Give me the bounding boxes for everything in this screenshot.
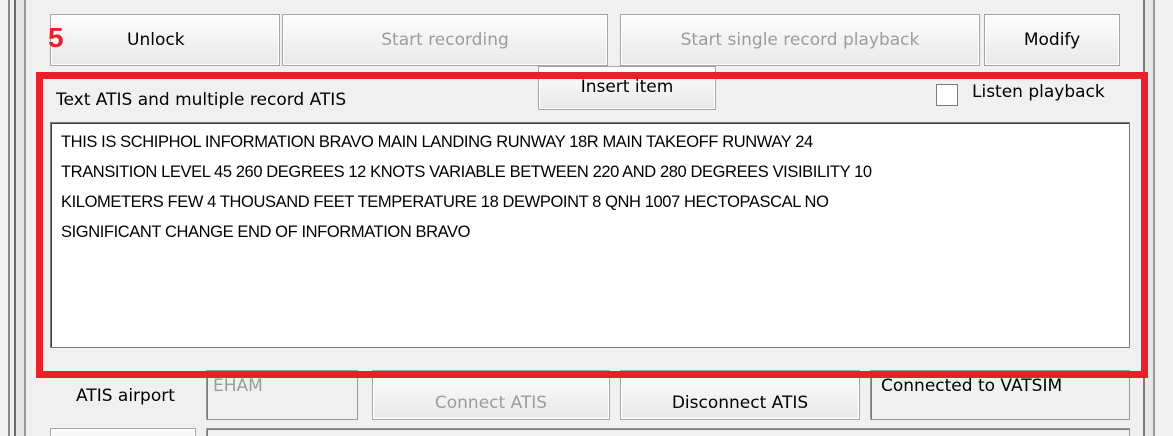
disconnect-atis-button[interactable]: Disconnect ATIS bbox=[620, 370, 860, 420]
unlock-label: Unlock bbox=[127, 30, 185, 50]
atis-airport-label: ATIS airport bbox=[76, 386, 175, 406]
unlock-button[interactable]: Unlock bbox=[50, 14, 280, 66]
lower-button[interactable] bbox=[50, 428, 196, 436]
start-playback-label: Start single record playback bbox=[680, 30, 920, 50]
insert-item-button[interactable]: Insert item bbox=[538, 66, 716, 110]
step-number: 5 bbox=[48, 22, 64, 53]
modify-button[interactable]: Modify bbox=[984, 14, 1120, 66]
insert-item-label: Insert item bbox=[580, 77, 674, 97]
modify-label: Modify bbox=[1023, 30, 1081, 50]
connect-atis-label: Connect ATIS bbox=[434, 393, 548, 413]
connect-atis-button[interactable]: Connect ATIS bbox=[372, 370, 610, 420]
start-recording-button[interactable]: Start recording bbox=[282, 14, 608, 66]
lower-field[interactable] bbox=[206, 428, 1130, 436]
disconnect-atis-label: Disconnect ATIS bbox=[671, 393, 809, 413]
start-playback-button[interactable]: Start single record playback bbox=[620, 14, 980, 66]
connection-status: Connected to VATSIM bbox=[870, 370, 1130, 420]
atis-section-label: Text ATIS and multiple record ATIS bbox=[56, 90, 347, 110]
listen-playback-checkbox[interactable] bbox=[936, 84, 958, 106]
listen-playback-label[interactable]: Listen playback bbox=[972, 82, 1105, 102]
window-border-left bbox=[0, 0, 32, 436]
start-recording-label: Start recording bbox=[381, 30, 509, 50]
atis-airport-field[interactable]: EHAM bbox=[206, 370, 358, 420]
atis-text-area[interactable]: THIS IS SCHIPHOL INFORMATION BRAVO MAIN … bbox=[50, 122, 1130, 348]
window-border-right bbox=[1131, 0, 1173, 436]
